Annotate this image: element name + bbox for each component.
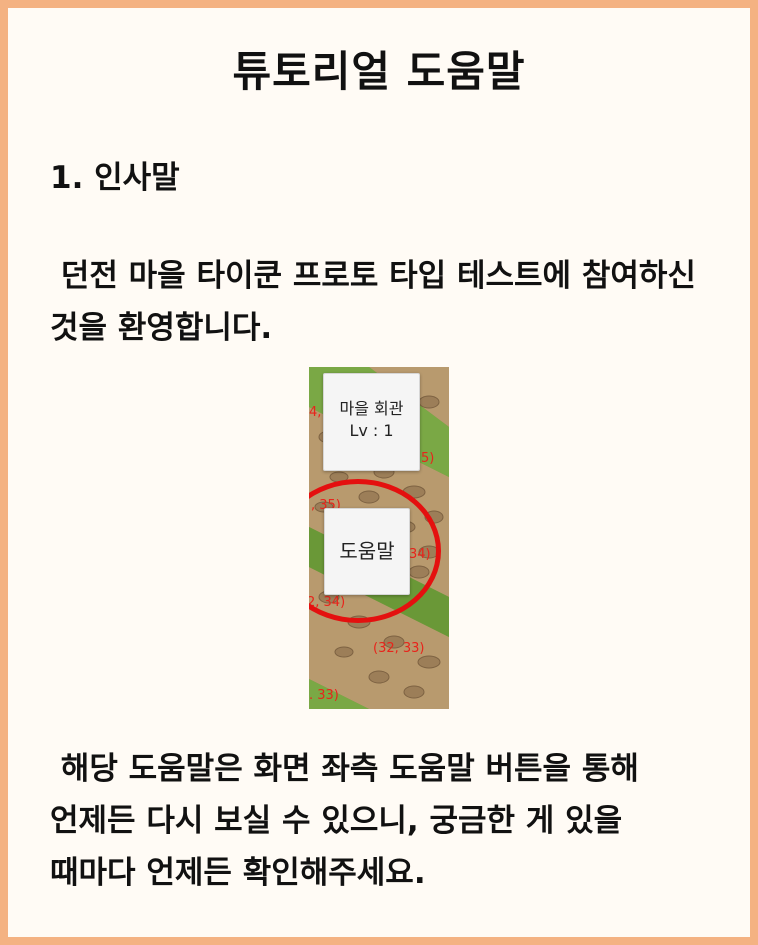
coord-label: 4, xyxy=(309,405,322,420)
village-hall-level: Lv : 1 xyxy=(349,421,394,440)
intro-paragraph: 던전 마을 타이쿤 프로토 타입 테스트에 참여하신 것을 환영합니다. xyxy=(50,258,707,346)
game-screenshot: 4, 5) , 35) 34) 2, 34) (32, 33) . 33) 마을… xyxy=(309,367,449,709)
village-hall-button[interactable]: 마을 회관 Lv : 1 xyxy=(323,373,420,471)
village-hall-name: 마을 회관 xyxy=(339,399,404,418)
page-title: 튜토리얼 도움말 xyxy=(232,47,526,96)
coord-label: (32, 33) xyxy=(373,641,425,656)
coord-label: 5) xyxy=(421,451,435,466)
tutorial-panel: 튜토리얼 도움말 1. 인사말 던전 마을 타이쿤 프로토 타입 테스트에 참여… xyxy=(8,8,750,937)
section-heading: 1. 인사말 xyxy=(50,160,180,196)
help-paragraph: 해당 도움말은 화면 좌측 도움말 버튼을 통해 언제든 다시 보실 수 있으니… xyxy=(50,751,650,891)
coord-label: . 33) xyxy=(309,688,339,703)
